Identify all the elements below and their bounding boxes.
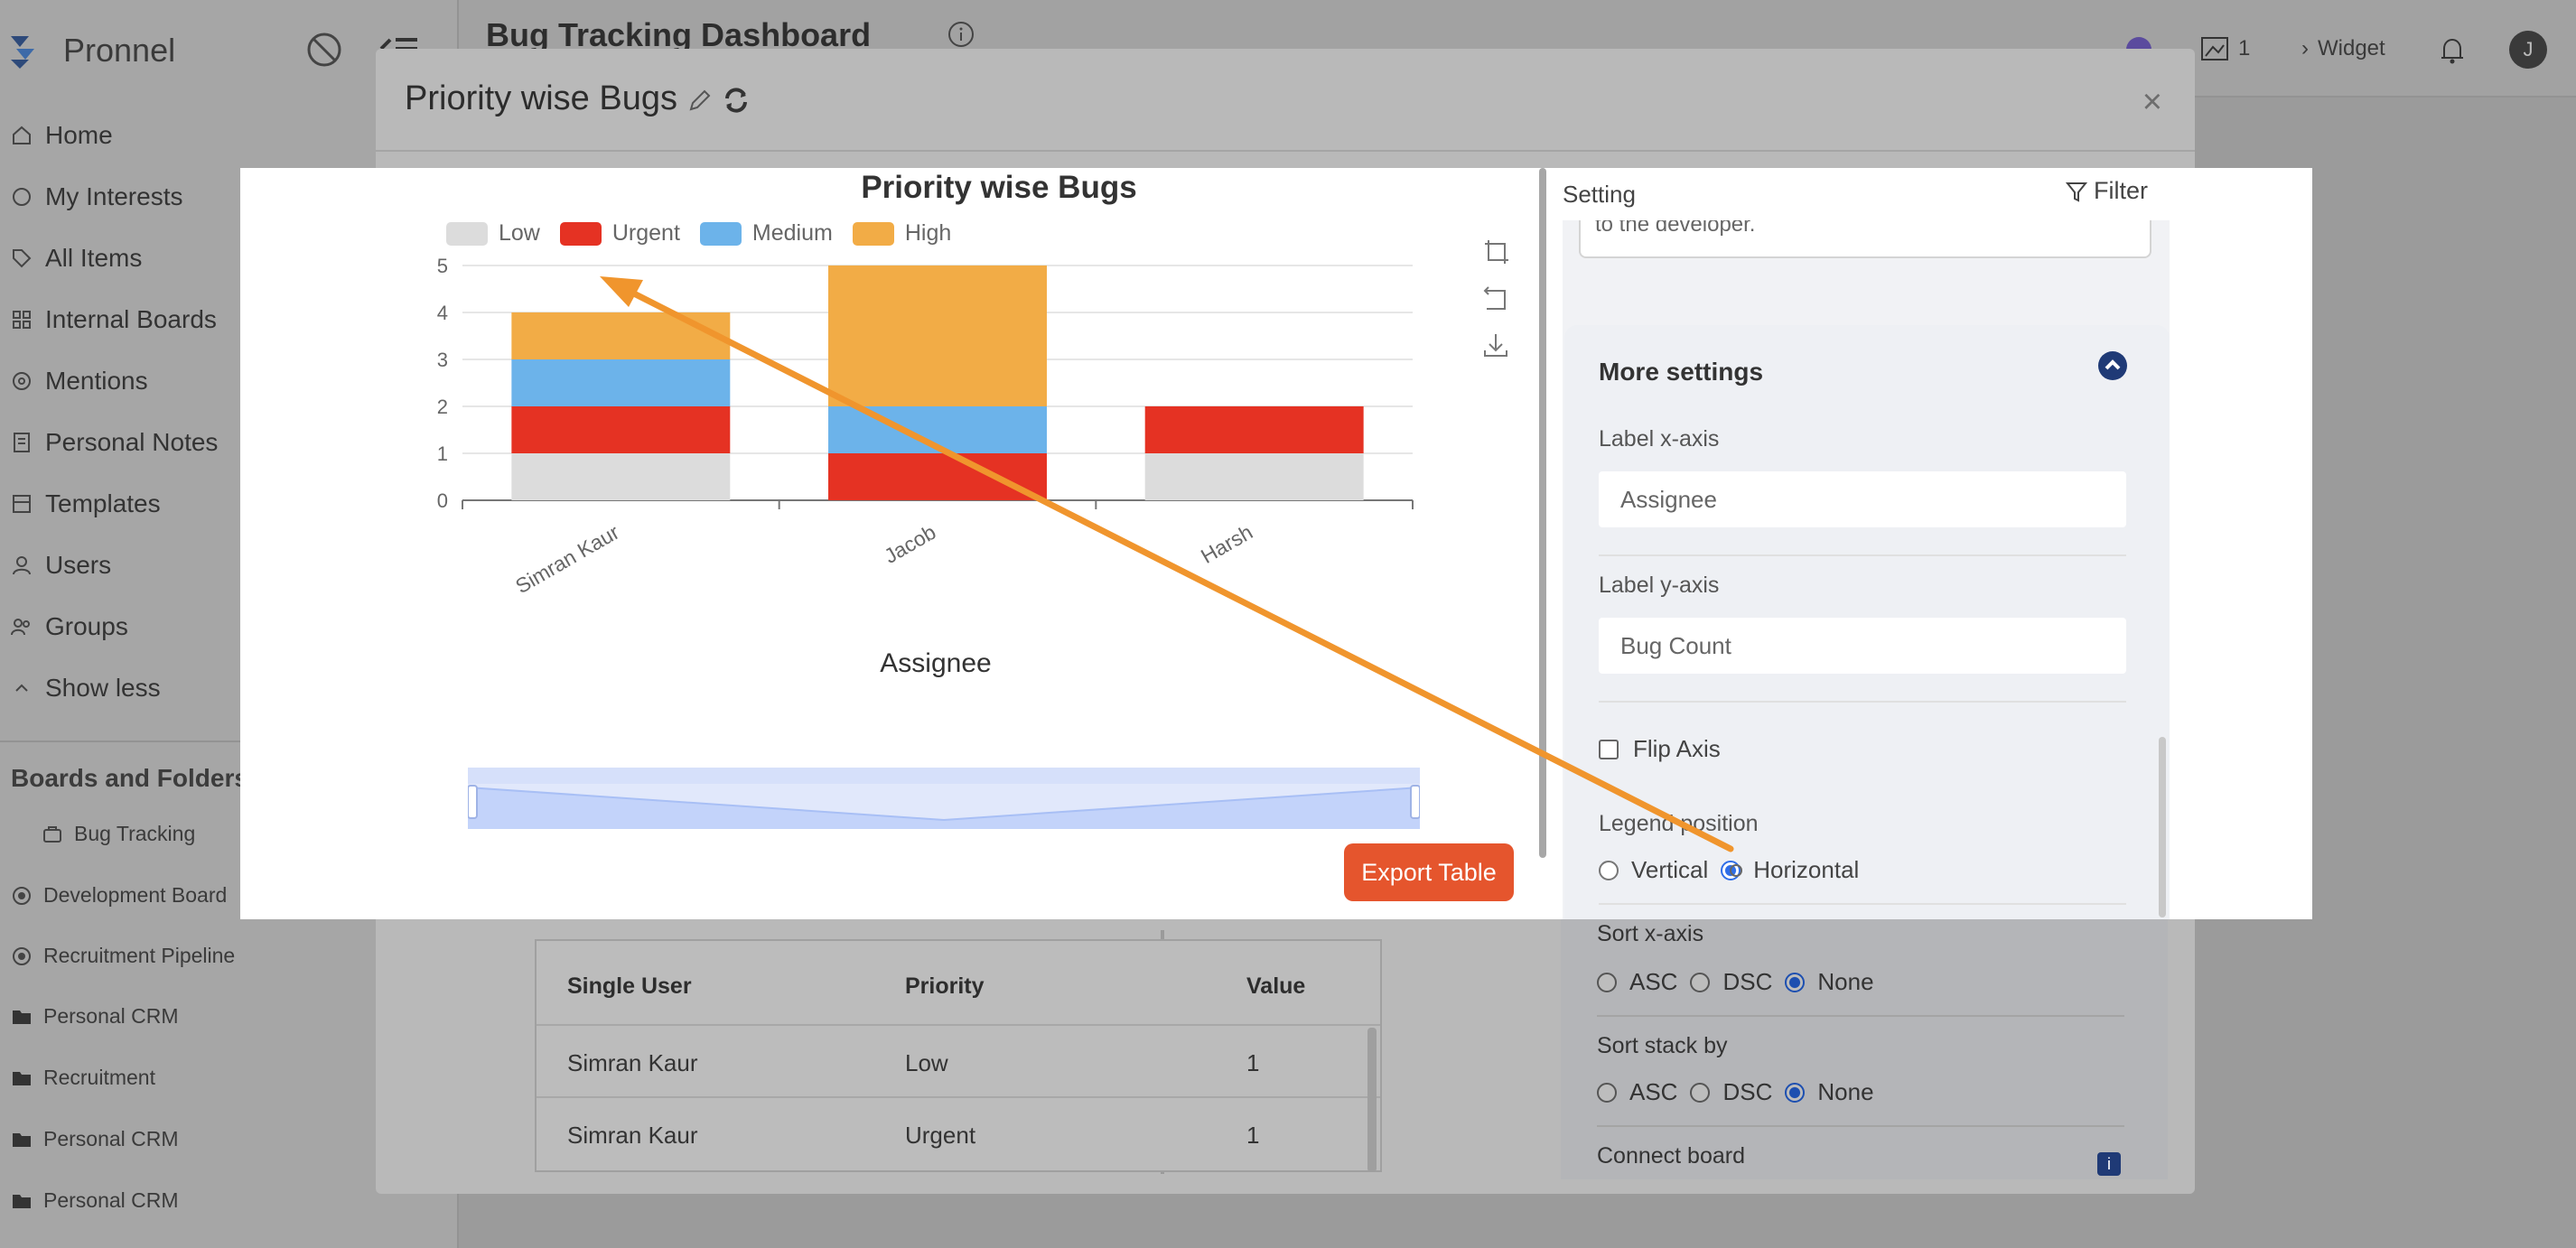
cursor-mark: [1730, 864, 1742, 877]
annotation-arrow: [600, 276, 1742, 877]
screen: Pronnel Home My Interests All Items Inte…: [0, 0, 2576, 1248]
arrow-head: [600, 276, 643, 307]
arrow-line: [618, 284, 1734, 852]
